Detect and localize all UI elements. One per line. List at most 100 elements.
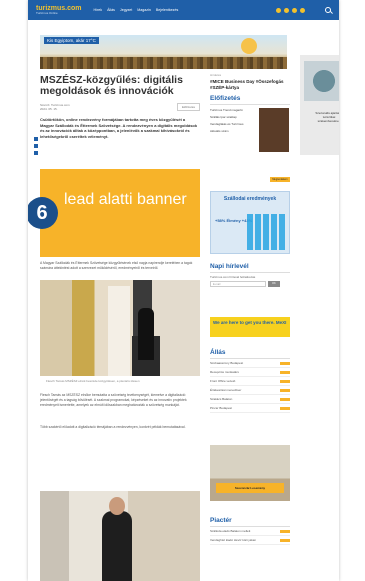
article-byline: Szerző: Turizmus.com 2024. 05. 15. Előfi… <box>40 103 200 111</box>
arrow-icon <box>280 388 290 392</box>
list-item[interactable]: Szálloda eladó Balaton mellett <box>210 527 290 536</box>
twitter-share-icon[interactable] <box>34 144 38 148</box>
market-item-title: Vendégház kiadó Hévíz környékén <box>210 538 257 542</box>
job-title: Recepciós munkatárs <box>210 370 239 374</box>
linkedin-icon[interactable] <box>292 7 297 13</box>
article-column: MSZÉSZ-közgyűlés: digitális megoldások é… <box>28 73 200 581</box>
facebook-share-icon[interactable] <box>34 137 38 141</box>
sidebar-ad-label: Hirdetés <box>210 73 222 77</box>
social-links <box>276 7 305 13</box>
palm-silhouettes <box>40 57 287 69</box>
nav-item-login[interactable]: Bejelentkezés <box>156 8 178 12</box>
arrow-icon <box>280 406 290 410</box>
subscribe-item-label: Turizmus Trend magazin <box>210 108 243 112</box>
linkedin-share-icon[interactable] <box>34 151 38 155</box>
lead-banner-ad[interactable]: 6 lead alatti banner <box>28 169 200 257</box>
nav-item-hirek[interactable]: Hírek <box>94 8 103 12</box>
logo-tagline: Turizmus Online <box>36 11 58 15</box>
article-lead: Csütörtökön, online rendezvény formájába… <box>40 117 200 140</box>
list-item[interactable]: Pincér Budapest <box>210 404 290 413</box>
arrow-icon <box>280 361 290 365</box>
subscribe-title: Előfizetés <box>210 95 290 105</box>
magazine-cover[interactable] <box>259 108 289 152</box>
newsletter-submit-button[interactable]: OK <box>268 281 280 287</box>
facebook-icon[interactable] <box>276 7 281 13</box>
article-paragraph-1: A Magyar Szállodák és Éttermek Szövetség… <box>40 261 193 270</box>
job-title: Szakács Balaton <box>210 397 233 401</box>
subscribe-order-button[interactable]: Megrendelem <box>270 177 290 182</box>
job-title: Értékesítési menedzser <box>210 388 242 392</box>
sidebar: Hirdetés #MICE Business Day #Összefogás … <box>210 73 290 545</box>
list-item[interactable]: Szakács Balaton <box>210 395 290 404</box>
article-paragraph-3: Több szakértő előadott a digitalizáció t… <box>40 425 186 429</box>
arrow-icon <box>280 529 290 533</box>
arrow-icon <box>280 379 290 383</box>
speaker-figure <box>138 308 154 360</box>
allas-title: Állás <box>210 349 290 359</box>
subscribe-item-label: Aktuális szám <box>210 129 229 133</box>
arrow-icon <box>280 538 290 542</box>
main-nav: Hírek Állás Jegyzet Magazin Bejelentkezé… <box>94 8 179 12</box>
article-photo-2 <box>40 491 200 581</box>
instagram-icon[interactable] <box>284 7 289 13</box>
photo-ad-label: Szezonzáró esemény <box>216 483 284 493</box>
job-title: Pincér Budapest <box>210 406 233 410</box>
list-item[interactable]: Vendégház kiadó Hévíz környékén <box>210 536 290 545</box>
newsletter-title: Napi hírlevél <box>210 263 290 273</box>
market-item-title: Szálloda eladó Balaton mellett <box>210 529 251 533</box>
nav-item-magazin[interactable]: Magazin <box>137 8 151 12</box>
allas-list: Állás Szobaasszony Budapest Recepciós mu… <box>210 349 290 413</box>
article-date: 2024. 05. 15. <box>40 107 58 111</box>
rollup-banner <box>108 286 130 376</box>
sidebar-blue-ad[interactable]: Szállodai eredmények +58% Élmény +43% <box>210 191 290 254</box>
article-paragraph-2: Flesch Tamás az MSZÉSZ elnöke bemutatta … <box>40 393 187 407</box>
share-bar <box>34 137 38 155</box>
top-navigation-bar: turizmus.com Turizmus Online Hírek Állás… <box>28 0 339 20</box>
list-item[interactable]: Recepciós munkatárs <box>210 368 290 377</box>
subscribe-item[interactable]: Vendéglátás és Turizmus <box>210 122 256 126</box>
subscribe-item[interactable]: Turizmus Trend magazin <box>210 108 256 112</box>
subscribe-item-label: Szállás Ipar szaklap <box>210 115 237 119</box>
site-logo[interactable]: turizmus.com Turizmus Online <box>36 5 82 15</box>
banner-placeholder-text: lead alatti banner <box>64 191 187 208</box>
subscribe-item[interactable]: Szállás Ipar szaklap <box>210 115 256 119</box>
article-photo-1 <box>40 280 200 376</box>
top-banner-ad[interactable]: Kis Egyiptom, akár 17°C <box>40 35 287 69</box>
list-item[interactable]: Front Office vezető <box>210 377 290 386</box>
speaker-figure-2 <box>102 511 132 581</box>
job-title: Szobaasszony Budapest <box>210 361 244 365</box>
list-item[interactable]: Értékesítési menedzser <box>210 386 290 395</box>
subscribe-item[interactable]: Aktuális szám <box>210 129 256 133</box>
top-banner-text: Kis Egyiptom, akár 17°C <box>44 37 99 44</box>
newsletter-box: Napi hírlevél Turizmus.com hírlevél feli… <box>210 263 290 287</box>
nav-item-allas[interactable]: Állás <box>107 8 115 12</box>
job-title: Front Office vezető <box>210 379 236 383</box>
photo-caption-1: Flesch Tamás MSZÉSZ elnök beszéde közgyű… <box>46 379 140 383</box>
article-title: MSZÉSZ-közgyűlés: digitális megoldások é… <box>40 74 183 97</box>
speaker-head <box>109 497 125 515</box>
youtube-icon[interactable] <box>300 7 305 13</box>
piacter-title: Piactér <box>210 517 290 527</box>
skyscraper-ad[interactable]: Szezonális ajánlatok turisztikai szakemb… <box>300 55 339 155</box>
skyscraper-image <box>304 61 339 101</box>
sidebar-photo-ad[interactable]: Szezonzáró esemény <box>210 445 290 501</box>
skyscraper-text: Szezonális ajánlatok turisztikai szakemb… <box>315 111 339 123</box>
lead-text: Csütörtökön, online rendezvény formájába… <box>40 117 198 139</box>
subscribe-item-label: Vendéglátás és Turizmus <box>210 122 244 126</box>
nav-item-jegyzet[interactable]: Jegyzet <box>120 8 132 12</box>
sun-graphic <box>241 38 257 54</box>
sidebar-yellow-ad[interactable]: We are here to get you there. MeXI <box>210 317 290 337</box>
banner-number-badge: 6 <box>28 197 58 229</box>
blue-ad-title: Szállodai eredmények <box>223 196 277 202</box>
arrow-icon <box>280 397 290 401</box>
web-page: turizmus.com Turizmus Online Hírek Állás… <box>28 0 339 581</box>
subscribe-button[interactable]: Előfizetés <box>176 103 200 111</box>
search-icon[interactable] <box>325 7 331 13</box>
subscribe-box: Előfizetés Turizmus Trend magazin Szállá… <box>210 95 290 182</box>
newsletter-email-input[interactable]: E-mail <box>210 281 266 287</box>
arrow-icon <box>280 370 290 374</box>
piacter-list: Piactér Szálloda eladó Balaton mellett V… <box>210 517 290 545</box>
sidebar-headline[interactable]: #MICE Business Day #Összefogás #SZÉP-kár… <box>210 79 290 90</box>
list-item[interactable]: Szobaasszony Budapest <box>210 359 290 368</box>
blue-ad-graphic <box>247 214 287 250</box>
